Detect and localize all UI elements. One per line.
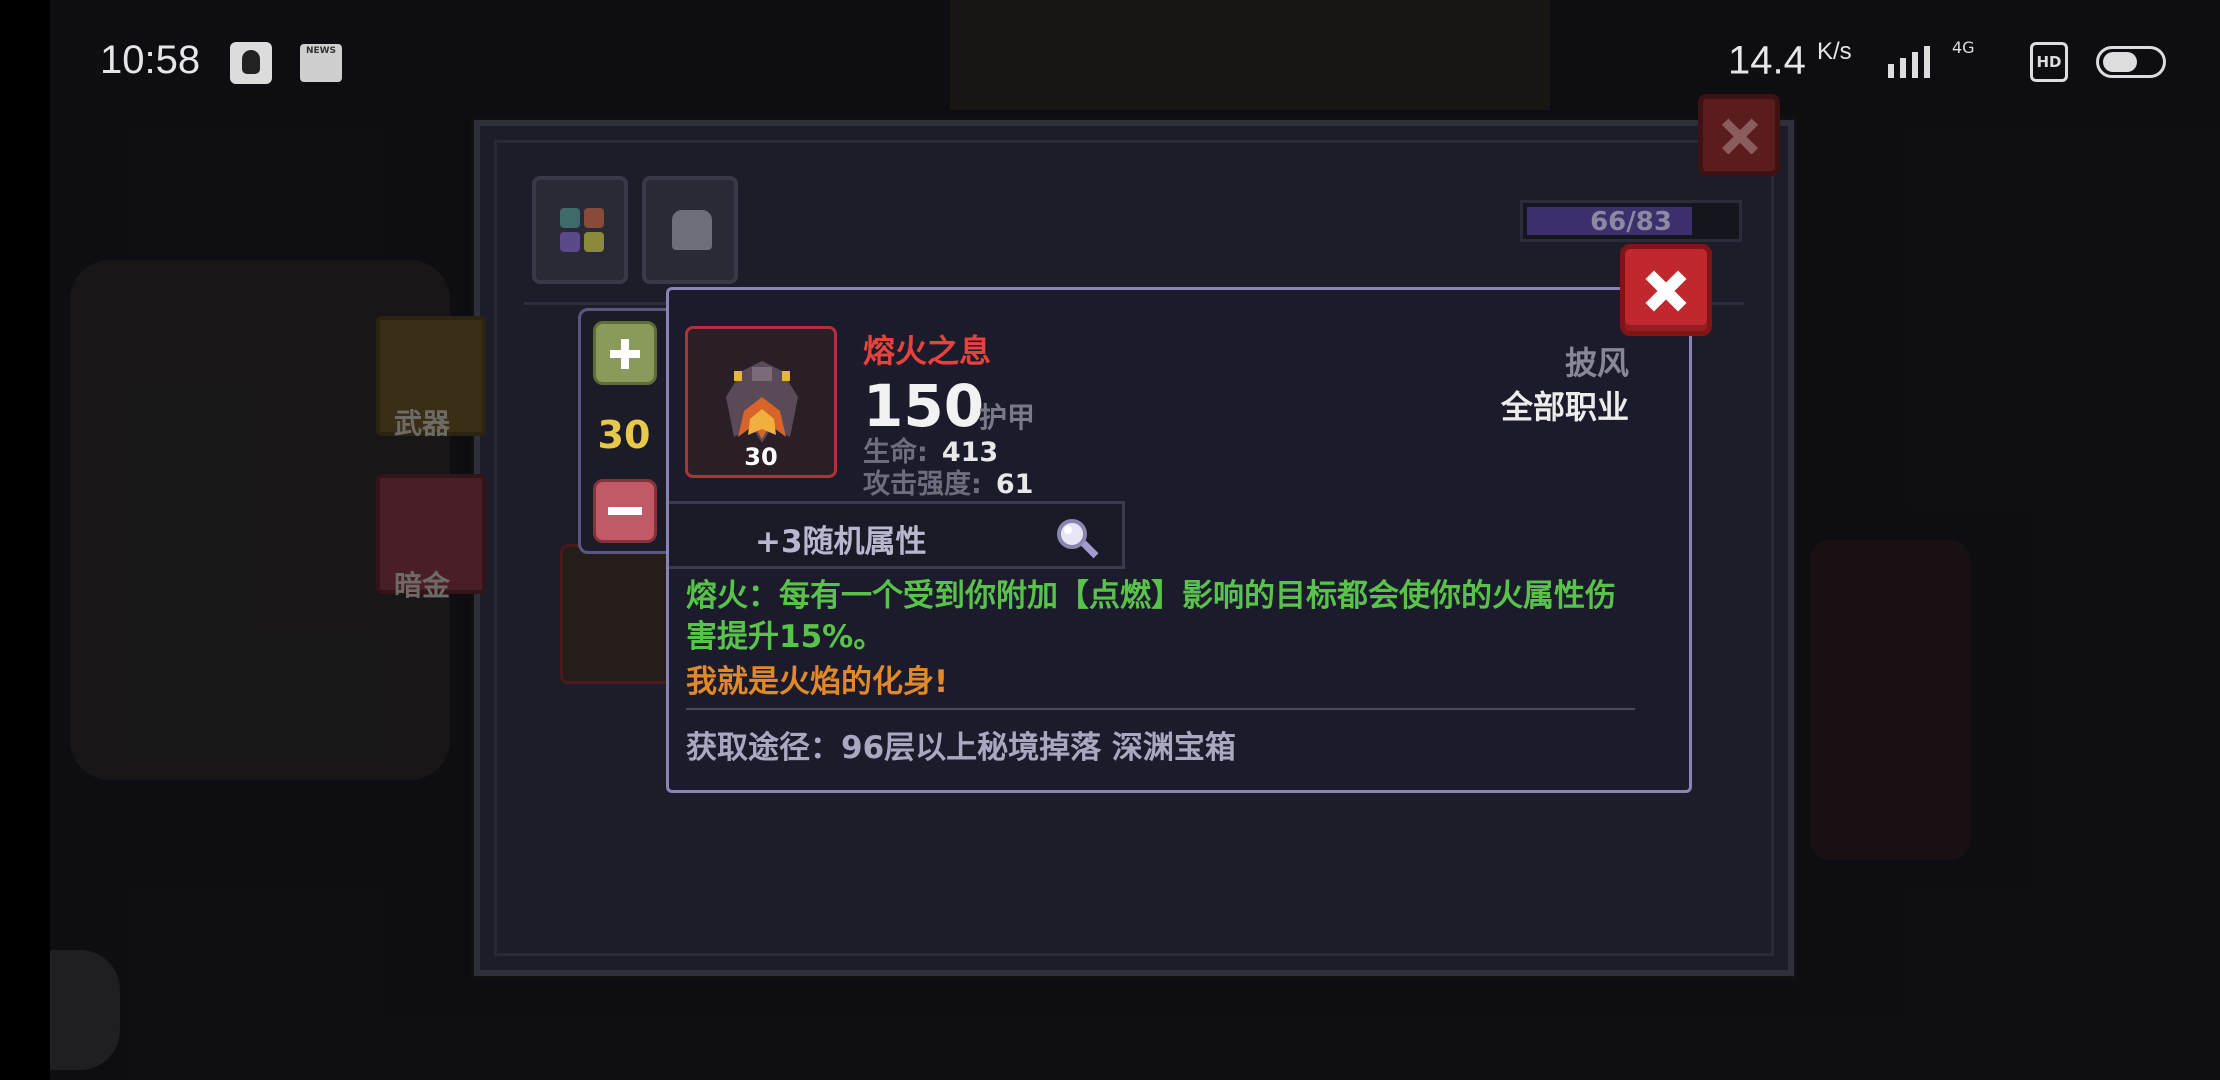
- tab-grid-cell: [560, 208, 580, 228]
- hd-icon-label: HD: [2036, 53, 2062, 71]
- item-detail-popup: 30 熔火之息 150 护甲 生命: 413 攻击强度: 61 披风 全部职业 +3…: [666, 287, 1692, 793]
- news-icon: NEWS: [300, 44, 342, 82]
- cloak-icon: [726, 361, 798, 443]
- side-weapon-label: 武器: [394, 407, 451, 440]
- item-slot-type: 披风: [1564, 344, 1629, 382]
- stat-key: 攻击强度:: [863, 469, 982, 500]
- item-source: 获取途径：96层以上秘境掉落 深渊宝箱: [686, 730, 1236, 766]
- network-rate-value: 14.4: [1728, 38, 1806, 83]
- popup-divider: [686, 708, 1635, 710]
- side-dark-gold-label: 暗金: [394, 569, 451, 602]
- tab-grid-cell: [560, 232, 580, 252]
- qq-icon: [230, 42, 272, 84]
- stat-value: 61: [995, 469, 1034, 500]
- hd-icon: HD: [2030, 42, 2068, 82]
- news-icon-label: NEWS: [305, 46, 337, 56]
- mobile-network-label: 4G: [1952, 38, 1975, 57]
- item-effect-description: 熔火：每有一个受到你附加【点燃】影响的目标都会使你的火属性伤害提升15%。: [686, 578, 1616, 655]
- tab-inventory[interactable]: [532, 176, 628, 284]
- capacity-text: 66/83: [1590, 207, 1672, 237]
- random-attributes-label: +3随机属性: [755, 524, 927, 560]
- tab-grid-cell: [584, 232, 604, 252]
- status-bar: 10:58 NEWS 14.4 K/s 4G HD: [0, 0, 2220, 120]
- clock: 10:58: [100, 38, 201, 82]
- item-flavor-text: 我就是火焰的化身!: [686, 664, 949, 700]
- tab-grid-cell: [584, 208, 604, 228]
- item-level: 30: [744, 443, 778, 471]
- quantity-value: 30: [597, 413, 651, 457]
- network-rate: 14.4 K/s: [1728, 38, 1852, 83]
- signal-icon: [1888, 46, 1930, 78]
- network-rate-unit: K/s: [1816, 38, 1852, 65]
- minus-icon[interactable]: [593, 479, 657, 543]
- battery-icon: [2096, 46, 2166, 78]
- quantity-stepper: 30: [578, 308, 670, 554]
- capacity-bar: 66/83: [1520, 200, 1742, 242]
- random-attributes-row[interactable]: +3随机属性: [669, 501, 1125, 569]
- close-icon[interactable]: [1620, 244, 1712, 336]
- magnifier-icon[interactable]: [1054, 516, 1100, 562]
- item-icon-frame: 30: [685, 326, 837, 478]
- item-class-restriction: 全部职业: [1500, 388, 1629, 426]
- inventory-tab-icon: [560, 208, 604, 252]
- item-name: 熔火之息: [863, 332, 992, 370]
- plus-icon[interactable]: [593, 321, 657, 385]
- tab-bag[interactable]: [642, 176, 738, 284]
- bag-tab-icon: [672, 210, 712, 250]
- mobile-network-icon: 4G: [1952, 38, 2018, 82]
- stat-row: 攻击强度: 61: [863, 462, 1033, 501]
